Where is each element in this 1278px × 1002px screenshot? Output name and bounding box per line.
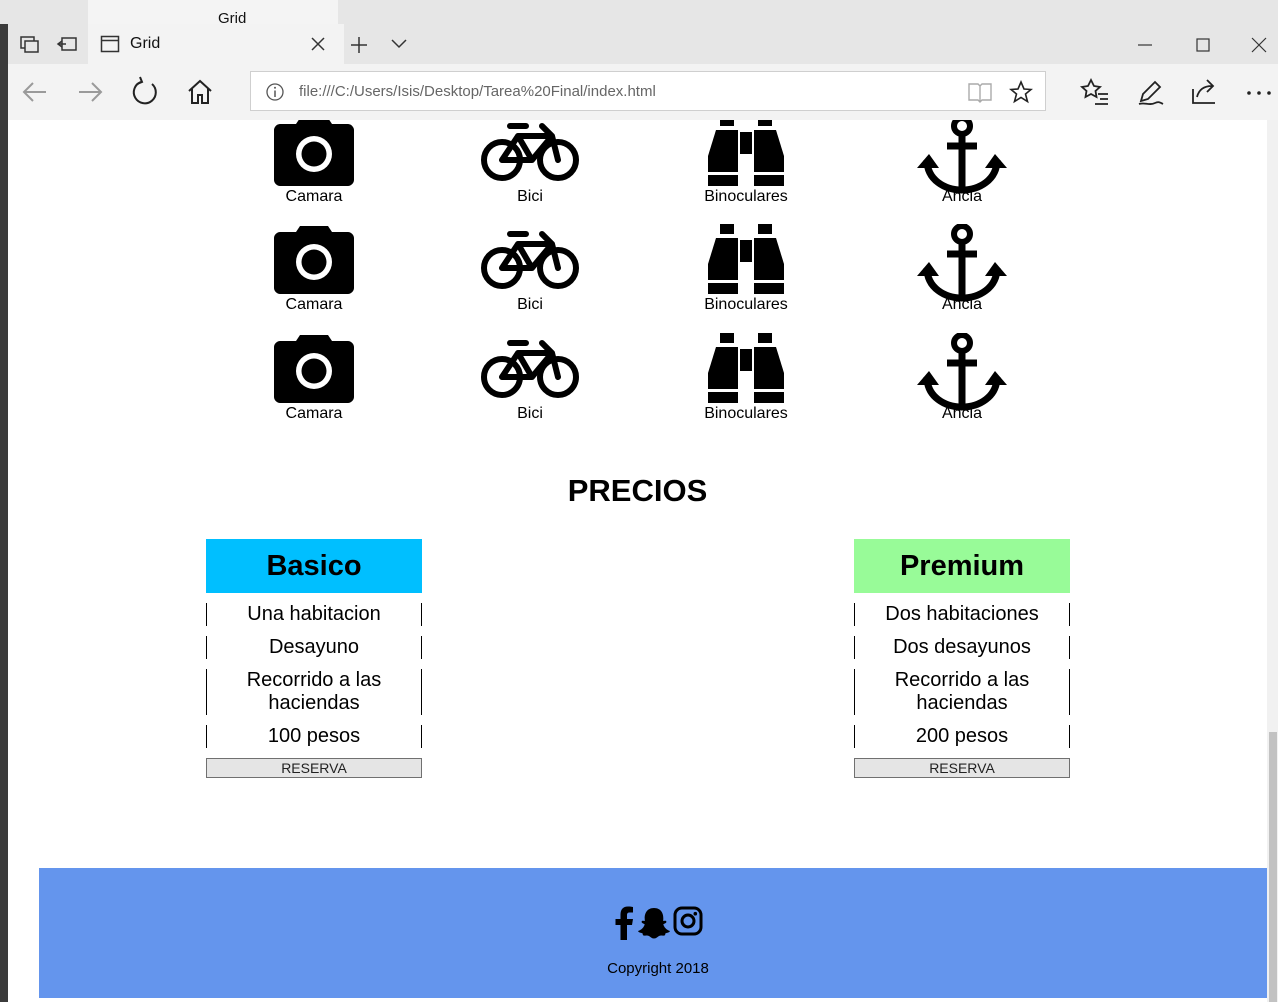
plan-feature: 100 pesos [206, 725, 422, 748]
background-window-tabbar: Grid [0, 0, 1278, 25]
gallery-item: Bici [422, 333, 638, 433]
gallery-item: Binoculares [638, 120, 854, 216]
gallery-item: Ancla [854, 224, 1070, 324]
gallery-label: Camara [285, 296, 343, 313]
web-note-icon[interactable] [1133, 75, 1167, 109]
gallery-item: Ancla [854, 120, 1070, 216]
plan-feature: Recorrido a las haciendas [854, 669, 1070, 715]
desktop-edge [0, 24, 8, 1002]
favorites-hub-icon[interactable] [1078, 75, 1112, 109]
gallery-label: Binoculares [704, 296, 788, 313]
background-tab-title: Grid [218, 10, 247, 25]
tab-title: Grid [130, 35, 161, 52]
plan-premium: Premium Dos habitaciones Dos desayunos R… [854, 539, 1070, 778]
minimize-icon[interactable] [1136, 36, 1154, 54]
gallery-item: Bici [422, 224, 638, 324]
bicycle-icon [481, 231, 579, 289]
plan-premium-header: Premium [854, 539, 1070, 593]
gallery-label: Camara [285, 188, 343, 205]
gallery-label: Ancla [941, 296, 983, 313]
gallery-item: Binoculares [638, 333, 854, 433]
back-icon[interactable] [18, 75, 52, 109]
gallery-item: Binoculares [638, 224, 854, 324]
chevron-down-icon[interactable] [390, 38, 408, 50]
reading-view-icon[interactable] [967, 81, 993, 103]
bicycle-icon [481, 123, 579, 181]
copyright-text: Copyright 2018 [607, 960, 709, 977]
binoculars-icon [708, 224, 784, 294]
tab-bar: Grid [8, 24, 1278, 64]
close-tab-icon[interactable] [310, 36, 326, 52]
plan-basico-header: Basico [206, 539, 422, 593]
tab-grid[interactable]: Grid [88, 24, 344, 64]
reserva-basico-button[interactable]: RESERVA [206, 758, 422, 778]
scrollbar-thumb[interactable] [1269, 732, 1277, 1002]
anchor-icon [917, 120, 1007, 194]
home-icon[interactable] [183, 75, 217, 109]
instagram-icon[interactable] [673, 906, 703, 936]
url-text: file:///C:/Users/Isis/Desktop/Tarea%20Fi… [299, 83, 656, 100]
more-options-icon[interactable] [1242, 75, 1276, 109]
plan-feature: Desayuno [206, 636, 422, 659]
favorite-star-icon[interactable] [1009, 80, 1033, 104]
gallery-item: Ancla [854, 333, 1070, 433]
camera-icon [274, 335, 354, 403]
forward-icon[interactable] [73, 75, 107, 109]
info-icon[interactable] [265, 82, 285, 102]
facebook-icon[interactable] [613, 906, 635, 940]
background-tab: Grid [88, 0, 338, 24]
share-icon[interactable] [1188, 75, 1222, 109]
plan-feature: Recorrido a las haciendas [206, 669, 422, 715]
tab-preview-icon[interactable] [56, 32, 80, 56]
plan-basico: Basico Una habitacion Desayuno Recorrido… [206, 539, 422, 778]
gallery-label: Bici [517, 296, 543, 313]
footer: Copyright 2018 [39, 868, 1267, 998]
page-viewport: Camara Bici Binoculares Ancla Camara Bici Bino… [8, 120, 1267, 1002]
page-icon [100, 35, 120, 53]
gallery-label: Bici [517, 405, 543, 422]
binoculars-icon [708, 120, 784, 186]
camera-icon [274, 120, 354, 186]
close-window-icon[interactable] [1250, 36, 1268, 54]
gallery-label: Camara [285, 405, 343, 422]
gallery-label: Binoculares [704, 188, 788, 205]
refresh-icon[interactable] [128, 75, 162, 109]
bicycle-icon [481, 340, 579, 398]
snapchat-icon[interactable] [637, 906, 671, 940]
gallery-item: Camara [206, 224, 422, 324]
gallery-item: Camara [206, 120, 422, 216]
reserva-premium-button[interactable]: RESERVA [854, 758, 1070, 778]
plan-feature: 200 pesos [854, 725, 1070, 748]
plan-feature: Una habitacion [206, 603, 422, 626]
gallery-label: Ancla [941, 188, 983, 205]
anchor-icon [917, 224, 1007, 302]
gallery-item: Bici [422, 120, 638, 216]
pricing-title: PRECIOS [567, 473, 708, 508]
binoculars-icon [708, 333, 784, 403]
new-tab-icon[interactable] [350, 36, 368, 54]
plan-feature: Dos desayunos [854, 636, 1070, 659]
gallery-label: Ancla [941, 405, 983, 422]
gallery-label: Binoculares [704, 405, 788, 422]
anchor-icon [917, 333, 1007, 411]
camera-icon [274, 226, 354, 294]
address-bar: file:///C:/Users/Isis/Desktop/Tarea%20Fi… [8, 64, 1278, 121]
plan-feature: Dos habitaciones [854, 603, 1070, 626]
gallery-item: Camara [206, 333, 422, 433]
tabs-aside-icon[interactable] [18, 32, 42, 56]
maximize-icon[interactable] [1194, 36, 1212, 54]
url-field[interactable]: file:///C:/Users/Isis/Desktop/Tarea%20Fi… [250, 71, 1046, 111]
gallery-label: Bici [517, 188, 543, 205]
